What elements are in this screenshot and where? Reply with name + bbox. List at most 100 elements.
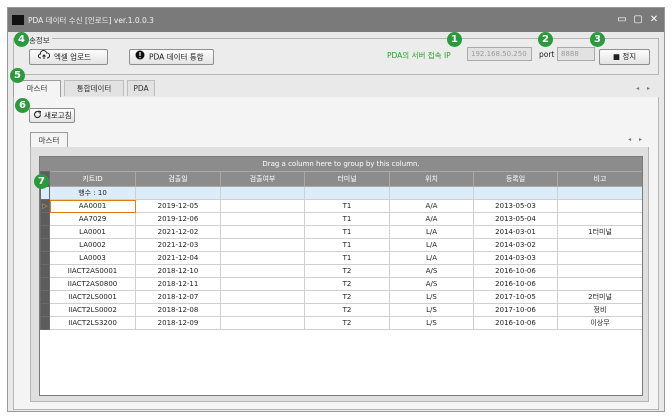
excel-upload-button[interactable]: 엑셀 업로드 (29, 49, 108, 65)
grid-cell[interactable]: T2 (304, 316, 390, 330)
grid-cell[interactable]: T2 (304, 277, 390, 291)
row-indicator[interactable] (40, 277, 50, 291)
grid-cell[interactable]: T1 (304, 238, 390, 252)
grid-cell[interactable]: 2017-10-06 (473, 303, 558, 317)
grid-cell[interactable]: 이상무 (557, 316, 642, 330)
grid-cell[interactable]: L/A (389, 238, 474, 252)
grid-cell[interactable]: 2018-12-08 (135, 303, 221, 317)
server-ip-field[interactable]: 192.168.50.250 (467, 47, 532, 61)
grid-cell[interactable]: A/A (389, 212, 474, 226)
column-header[interactable]: 검출일 (135, 171, 221, 187)
grid-cell[interactable]: AA7029 (49, 212, 136, 226)
table-row[interactable]: IIACT2AS0800 2018-12-11 T2 A/S 2016-10-06 (40, 277, 642, 291)
column-header[interactable]: 검출여부 (220, 171, 305, 187)
table-row[interactable]: AA7029 2019-12-06 T1 A/A 2013-05-04 (40, 212, 642, 226)
table-row[interactable]: IIACT2LS3200 2018-12-09 T2 L/S 2016-10-06 이상무 (40, 316, 642, 330)
grid-cell[interactable]: A/S (389, 264, 474, 278)
grid-cell[interactable] (220, 277, 305, 291)
table-row[interactable]: LA0001 2021-12-02 T1 L/A 2014-03-01 1터미널 (40, 225, 642, 239)
grid-cell[interactable]: 2013-05-04 (473, 212, 558, 226)
grid-cell[interactable]: LA0001 (49, 225, 136, 239)
tab-scroll-arrows[interactable]: ◂ ▸ (636, 85, 653, 92)
column-header[interactable]: 터미널 (304, 171, 390, 187)
grid-cell[interactable] (557, 264, 642, 278)
row-indicator[interactable]: ▷ (40, 199, 50, 213)
grid-cell[interactable]: A/S (389, 277, 474, 291)
grid-cell[interactable]: L/S (389, 303, 474, 317)
grid-cell[interactable]: 2019-12-06 (135, 212, 221, 226)
row-indicator[interactable] (40, 225, 50, 239)
grid-cell[interactable]: A/A (389, 199, 474, 213)
row-indicator[interactable] (40, 238, 50, 252)
row-indicator[interactable] (40, 212, 50, 226)
grid-cell[interactable]: L/A (389, 251, 474, 265)
grid-cell[interactable]: 2021-12-03 (135, 238, 221, 252)
group-by-panel[interactable]: Drag a column here to group by this colu… (40, 157, 642, 171)
grid-cell[interactable]: 2021-12-04 (135, 251, 221, 265)
grid-cell[interactable] (220, 251, 305, 265)
grid-cell[interactable]: 2016-10-06 (473, 316, 558, 330)
grid-cell[interactable]: 2017-10-05 (473, 290, 558, 304)
grid-cell[interactable] (557, 199, 642, 213)
grid-cell[interactable]: T1 (304, 199, 390, 213)
grid-cell[interactable] (220, 316, 305, 330)
grid-cell[interactable]: 2018-12-10 (135, 264, 221, 278)
table-row[interactable]: LA0003 2021-12-04 T1 L/A 2014-03-03 (40, 251, 642, 265)
minimize-button[interactable]: ▭ (616, 14, 628, 26)
grid-cell[interactable] (220, 303, 305, 317)
grid-cell[interactable] (557, 238, 642, 252)
grid-cell[interactable]: 2014-03-02 (473, 238, 558, 252)
port-field[interactable]: 8888 (557, 47, 595, 61)
grid-cell[interactable] (220, 290, 305, 304)
grid-cell[interactable]: 정비 (557, 303, 642, 317)
grid-cell[interactable]: 1터미널 (557, 225, 642, 239)
inner-tab-master[interactable]: 마스터 (30, 132, 68, 148)
grid-cell[interactable]: 2018-12-07 (135, 290, 221, 304)
table-row[interactable]: IIACT2LS0001 2018-12-07 T2 L/S 2017-10-05 2터미… (40, 290, 642, 304)
grid-cell[interactable]: IIACT2LS0001 (49, 290, 136, 304)
grid-cell[interactable]: 2014-03-03 (473, 251, 558, 265)
grid-cell[interactable] (557, 277, 642, 291)
grid-cell[interactable]: 2016-10-06 (473, 264, 558, 278)
row-indicator[interactable] (40, 264, 50, 278)
row-indicator[interactable] (40, 303, 50, 317)
grid-cell[interactable] (557, 251, 642, 265)
table-row[interactable]: ▷ AA0001 2019-12-05 T1 A/A 2013-05-03 (40, 199, 642, 213)
inner-tab-scroll-arrows[interactable]: ◂ ▸ (628, 136, 645, 143)
row-indicator[interactable] (40, 290, 50, 304)
table-row[interactable]: IIACT2AS0001 2018-12-10 T2 A/S 2016-10-06 (40, 264, 642, 278)
grid-cell[interactable]: T2 (304, 264, 390, 278)
master-grid[interactable]: Drag a column here to group by this colu… (39, 156, 643, 396)
stop-button[interactable]: ■ 정지 (599, 49, 650, 65)
grid-cell[interactable]: T2 (304, 290, 390, 304)
grid-cell[interactable]: 2019-12-05 (135, 199, 221, 213)
grid-cell[interactable]: 2터미널 (557, 290, 642, 304)
grid-cell[interactable]: T2 (304, 303, 390, 317)
grid-cell[interactable]: T1 (304, 251, 390, 265)
grid-cell[interactable]: L/A (389, 225, 474, 239)
maximize-button[interactable]: ▢ (632, 14, 644, 26)
grid-cell[interactable] (220, 264, 305, 278)
close-button[interactable]: ✕ (648, 14, 660, 26)
tab-pda[interactable]: PDA (127, 80, 155, 96)
grid-cell[interactable]: LA0002 (49, 238, 136, 252)
column-header[interactable]: 위치 (389, 171, 474, 187)
tab-master[interactable]: 마스터 (13, 80, 61, 98)
grid-cell[interactable] (220, 225, 305, 239)
refresh-button[interactable]: 새로고침 (29, 108, 75, 123)
column-header[interactable]: 키트ID (49, 171, 136, 187)
grid-cell[interactable]: 2013-05-03 (473, 199, 558, 213)
grid-cell[interactable]: IIACT2LS0002 (49, 303, 136, 317)
grid-cell[interactable]: LA0003 (49, 251, 136, 265)
column-header[interactable]: 비고 (557, 171, 642, 187)
grid-cell[interactable] (220, 238, 305, 252)
grid-cell[interactable] (220, 212, 305, 226)
grid-cell[interactable]: 2021-12-02 (135, 225, 221, 239)
row-indicator[interactable] (40, 316, 50, 330)
grid-cell[interactable]: L/S (389, 290, 474, 304)
grid-cell[interactable]: 2018-12-09 (135, 316, 221, 330)
pda-merge-button[interactable]: PDA 데이터 통합 (129, 49, 214, 65)
grid-cell[interactable]: 2018-12-11 (135, 277, 221, 291)
table-row[interactable]: LA0002 2021-12-03 T1 L/A 2014-03-02 (40, 238, 642, 252)
column-header[interactable]: 등록일 (473, 171, 558, 187)
